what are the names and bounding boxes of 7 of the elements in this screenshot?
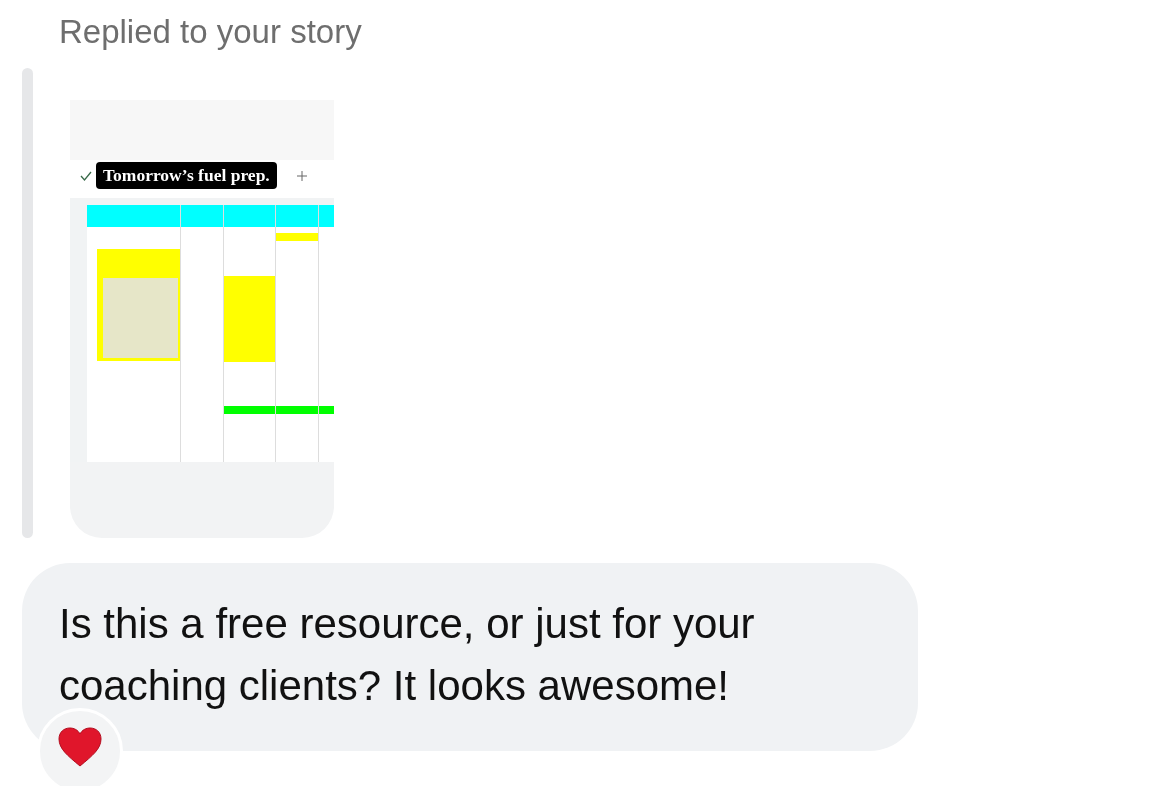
story-label: Tomorrow’s fuel prep. [96,162,277,189]
heart-icon [58,727,102,767]
plus-icon [296,170,307,181]
reply-caption: Replied to your story [59,12,363,52]
checkmark-icon [80,170,92,181]
message-bubble: Is this a free resource, or just for your coaching clients? It looks awesome! [22,563,918,751]
story-card[interactable]: Tomorrow’s fuel prep. [70,100,334,538]
